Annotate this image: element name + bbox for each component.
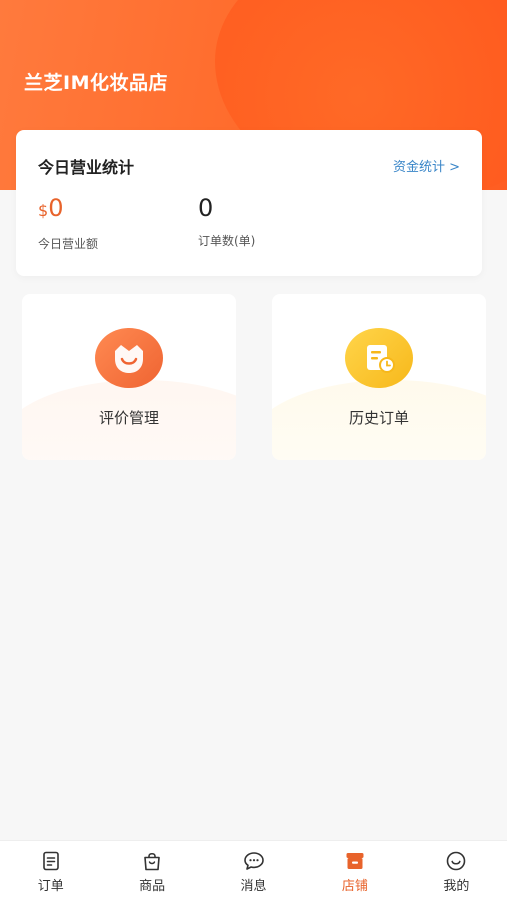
review-management-tile[interactable]: 评价管理 bbox=[22, 294, 236, 460]
tab-store[interactable]: 店铺 bbox=[304, 841, 405, 900]
tab-orders-label: 订单 bbox=[37, 879, 64, 894]
tab-messages-label: 消息 bbox=[240, 879, 267, 894]
tab-store-label: 店铺 bbox=[341, 879, 368, 894]
currency-symbol: $ bbox=[38, 201, 49, 220]
stats-title: 今日营业统计 bbox=[38, 158, 135, 177]
order-history-icon bbox=[345, 328, 413, 388]
order-count-label: 订单数(单) bbox=[198, 234, 256, 248]
revenue-value: 0 bbox=[48, 194, 64, 222]
fund-stats-link[interactable]: 资金统计 > bbox=[393, 156, 460, 175]
review-management-label: 评价管理 bbox=[98, 409, 159, 427]
revenue-stat: $0 今日营业额 bbox=[38, 192, 98, 252]
chat-bubble-icon bbox=[243, 852, 264, 870]
daily-stats-card: 今日营业统计 资金统计 > $0 今日营业额 0 订单数(单) bbox=[16, 130, 482, 276]
shopping-bag-icon bbox=[144, 852, 160, 871]
order-history-tile[interactable]: 历史订单 bbox=[272, 294, 486, 460]
order-history-label: 历史订单 bbox=[348, 409, 409, 427]
profile-smile-icon bbox=[447, 851, 466, 871]
order-count-stat: 0 订单数(单) bbox=[198, 192, 255, 249]
smile-icon bbox=[95, 328, 163, 388]
revenue-value-row: $0 bbox=[38, 192, 98, 227]
revenue-label: 今日营业额 bbox=[38, 237, 99, 251]
tab-orders[interactable]: 订单 bbox=[0, 841, 101, 900]
store-icon bbox=[346, 853, 364, 869]
tab-products[interactable]: 商品 bbox=[101, 841, 202, 900]
order-list-icon bbox=[42, 851, 59, 871]
tab-messages[interactable]: 消息 bbox=[203, 841, 304, 900]
shop-name: 兰芝IM化妆品店 bbox=[24, 72, 168, 94]
order-count-value: 0 bbox=[198, 194, 214, 222]
tab-profile-label: 我的 bbox=[443, 879, 470, 894]
tab-products-label: 商品 bbox=[139, 879, 166, 894]
tab-profile[interactable]: 我的 bbox=[406, 841, 507, 900]
bottom-tab-bar: 订单 商品 消息 店铺 我的 bbox=[0, 840, 507, 900]
